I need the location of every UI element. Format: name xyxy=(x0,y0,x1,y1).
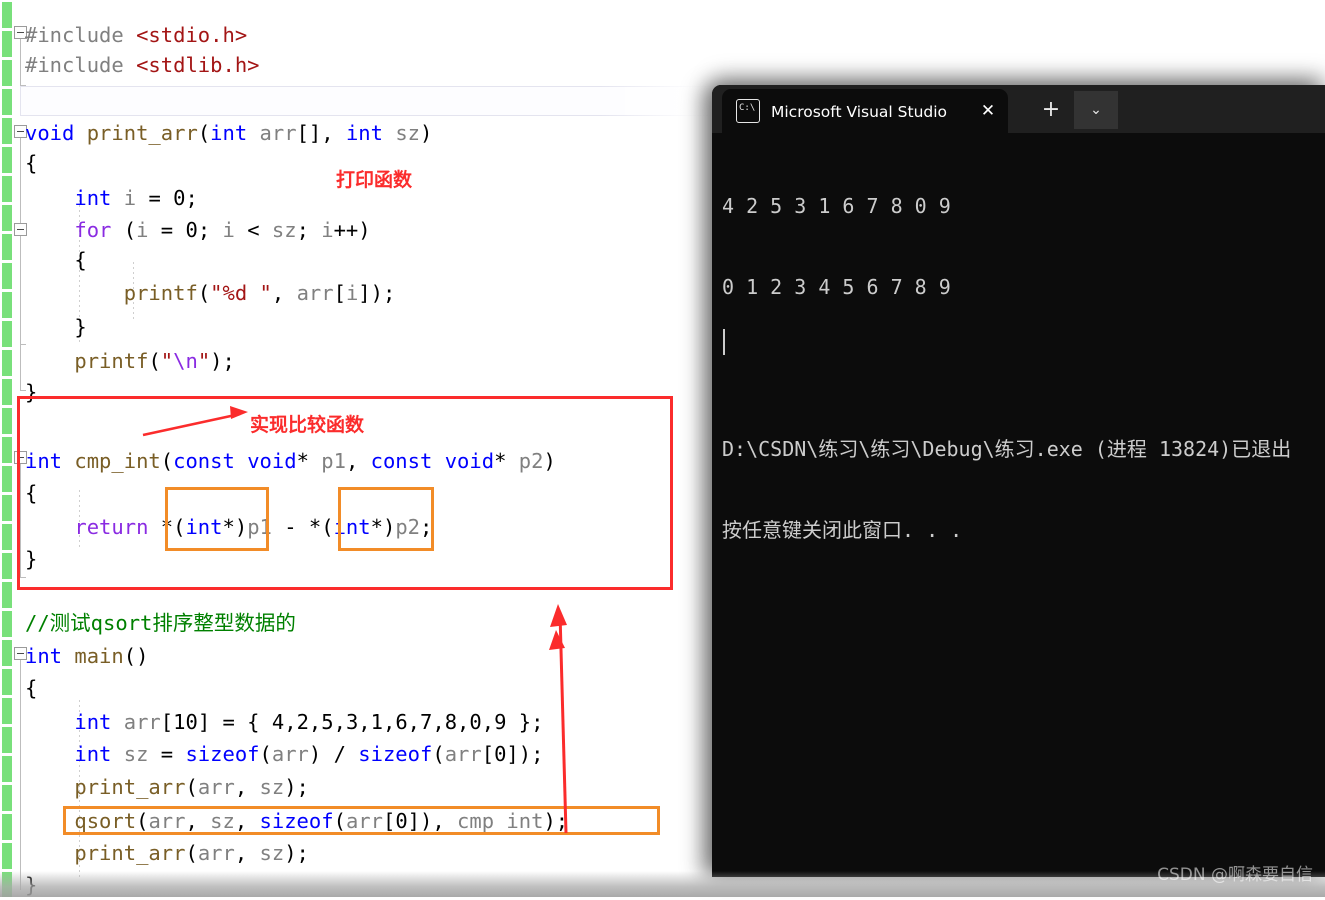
code-line: { xyxy=(25,148,37,178)
console-line: 按任意键关闭此窗口. . . xyxy=(722,517,1325,544)
code-line: print_arr(arr, sz); xyxy=(25,838,309,868)
code-line: #include <stdio.h> xyxy=(25,20,247,50)
code-line: print_arr(arr, sz); xyxy=(25,772,309,802)
console-tab-title: Microsoft Visual Studio 调试控 xyxy=(771,100,949,122)
code-line: void print_arr(int arr[], int sz) xyxy=(25,118,432,148)
code-line: int arr[10] = { 4,2,5,3,1,6,7,8,0,9 }; xyxy=(25,707,543,737)
annotation-print-function: 打印函数 xyxy=(336,165,412,192)
cmd-prompt-icon xyxy=(736,99,760,123)
code-line: #include <stdlib.h> xyxy=(25,50,260,80)
console-line xyxy=(722,355,1325,382)
console-output: 4 2 5 3 1 6 7 8 0 9 0 1 2 3 4 5 6 7 8 9 … xyxy=(722,139,1325,598)
new-tab-icon[interactable]: + xyxy=(1034,95,1068,125)
code-line: printf("%d ", arr[i]); xyxy=(25,278,395,308)
console-line: D:\CSDN\练习\练习\Debug\练习.exe (进程 13824)已退出 xyxy=(722,436,1325,463)
console-tab[interactable]: Microsoft Visual Studio 调试控 ✕ xyxy=(722,89,1008,133)
console-caret xyxy=(723,329,725,355)
annotation-box-cast-p1 xyxy=(165,487,269,551)
annotation-box-cast-p2 xyxy=(338,487,434,551)
change-indicator-bar xyxy=(2,872,12,897)
console-titlebar[interactable]: Microsoft Visual Studio 调试控 ✕ + ⌄ xyxy=(712,85,1325,133)
code-line: } xyxy=(25,870,37,900)
close-icon[interactable]: ✕ xyxy=(978,101,998,121)
code-line: printf("\n"); xyxy=(25,346,235,376)
console-line: 4 2 5 3 1 6 7 8 0 9 xyxy=(722,193,1325,220)
code-line: } xyxy=(25,312,87,342)
console-line: 0 1 2 3 4 5 6 7 8 9 xyxy=(722,274,1325,301)
code-line: int i = 0; xyxy=(25,183,198,213)
code-line: int main() xyxy=(25,641,148,671)
annotation-compare-function: 实现比较函数 xyxy=(250,410,364,437)
code-line: //测试qsort排序整型数据的 xyxy=(25,608,296,638)
code-line: for (i = 0; i < sz; i++) xyxy=(25,215,371,245)
watermark: CSDN @啊森要自信 xyxy=(1157,860,1313,885)
annotation-box-qsort-call xyxy=(63,806,660,835)
code-line: { xyxy=(25,245,87,275)
chevron-down-icon[interactable]: ⌄ xyxy=(1074,91,1118,129)
code-line: { xyxy=(25,673,37,703)
console-window[interactable]: Microsoft Visual Studio 调试控 ✕ + ⌄ 4 2 5 … xyxy=(712,85,1325,877)
code-line: int sz = sizeof(arr) / sizeof(arr[0]); xyxy=(25,739,543,769)
